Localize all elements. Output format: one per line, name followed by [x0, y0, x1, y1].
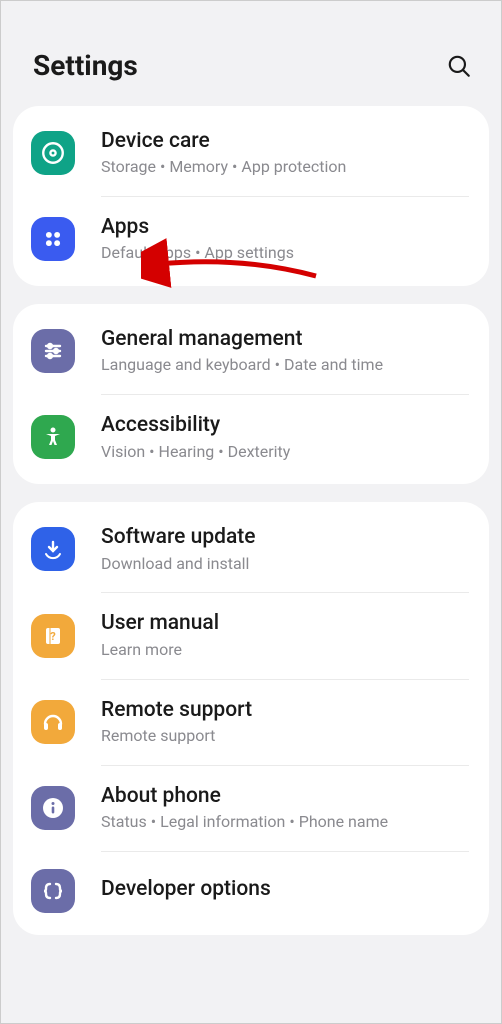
item-title: Software update [101, 524, 469, 551]
item-title: Device care [101, 128, 469, 155]
settings-group: Device care Storage • Memory • App prote… [13, 106, 489, 286]
software-update-icon [31, 527, 75, 571]
item-text: Accessibility Vision • Hearing • Dexteri… [101, 412, 469, 462]
item-subtitle: Remote support [101, 726, 469, 747]
item-title: About phone [101, 783, 469, 810]
settings-item-software-update[interactable]: Software update Download and install [13, 506, 489, 592]
settings-item-device-care[interactable]: Device care Storage • Memory • App prote… [13, 110, 489, 196]
item-text: About phone Status • Legal information •… [101, 783, 469, 833]
svg-text:?: ? [50, 630, 56, 643]
remote-support-icon [31, 700, 75, 744]
page-title: Settings [33, 49, 138, 82]
settings-group: Software update Download and install ? U… [13, 502, 489, 934]
settings-item-about-phone[interactable]: About phone Status • Legal information •… [13, 765, 489, 851]
item-subtitle: Status • Legal information • Phone name [101, 812, 469, 833]
settings-item-accessibility[interactable]: Accessibility Vision • Hearing • Dexteri… [13, 394, 489, 480]
item-title: Apps [101, 214, 469, 241]
item-subtitle: Language and keyboard • Date and time [101, 355, 469, 376]
item-text: Developer options [101, 876, 469, 905]
item-text: Apps Default apps • App settings [101, 214, 469, 264]
item-text: Software update Download and install [101, 524, 469, 574]
about-phone-icon [31, 786, 75, 830]
settings-item-remote-support[interactable]: Remote support Remote support [13, 679, 489, 765]
accessibility-icon [31, 415, 75, 459]
item-title: General management [101, 326, 469, 353]
settings-item-general-management[interactable]: General management Language and keyboard… [13, 308, 489, 394]
settings-item-apps[interactable]: Apps Default apps • App settings [13, 196, 489, 282]
item-subtitle: Storage • Memory • App protection [101, 157, 469, 178]
item-subtitle: Download and install [101, 554, 469, 575]
developer-options-icon [31, 869, 75, 913]
user-manual-icon: ? [31, 614, 75, 658]
settings-item-user-manual[interactable]: ? User manual Learn more [13, 592, 489, 678]
apps-icon [31, 217, 75, 261]
item-text: User manual Learn more [101, 610, 469, 660]
item-subtitle: Vision • Hearing • Dexterity [101, 442, 469, 463]
settings-item-developer-options[interactable]: Developer options [13, 851, 489, 931]
item-subtitle: Default apps • App settings [101, 243, 469, 264]
item-title: Developer options [101, 876, 469, 903]
settings-group: General management Language and keyboard… [13, 304, 489, 484]
general-management-icon [31, 329, 75, 373]
search-icon [446, 53, 472, 79]
item-text: Remote support Remote support [101, 697, 469, 747]
item-title: Accessibility [101, 412, 469, 439]
item-title: User manual [101, 610, 469, 637]
device-care-icon [31, 131, 75, 175]
item-subtitle: Learn more [101, 640, 469, 661]
item-title: Remote support [101, 697, 469, 724]
item-text: General management Language and keyboard… [101, 326, 469, 376]
search-button[interactable] [445, 52, 473, 80]
item-text: Device care Storage • Memory • App prote… [101, 128, 469, 178]
header: Settings [1, 1, 501, 106]
